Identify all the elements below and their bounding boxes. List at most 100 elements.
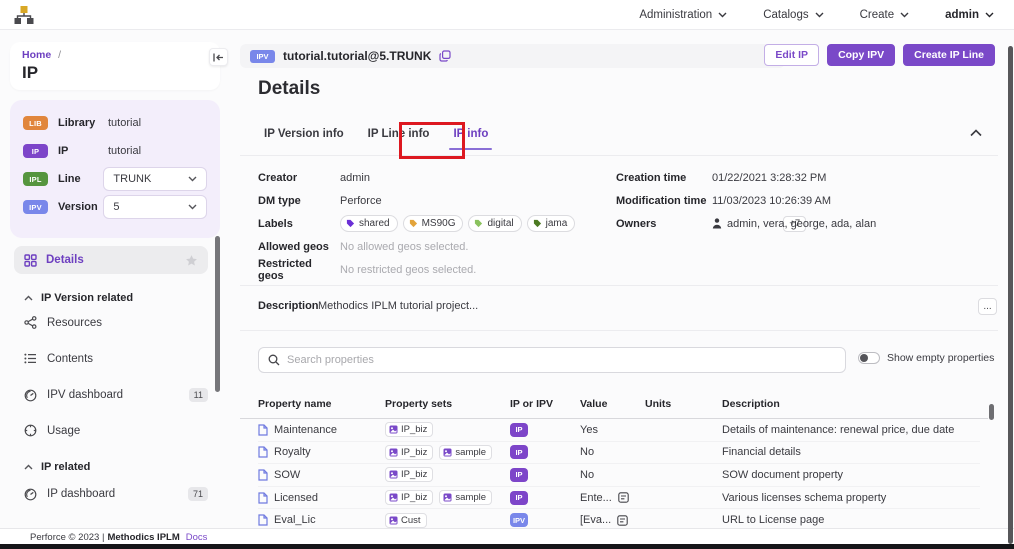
- table-row[interactable]: Royalty IP_biz sample IP No Financial de…: [258, 442, 980, 465]
- sidebar: Home / IP LIB Library tutorial IP IP tut…: [10, 40, 222, 528]
- table-row[interactable]: Licensed IP_biz sample IP Ente...: [258, 487, 980, 510]
- property-set-chip[interactable]: sample: [439, 490, 492, 505]
- section-ip-related[interactable]: IP related: [24, 461, 90, 473]
- property-set-chip[interactable]: IP_biz: [385, 422, 433, 437]
- footer-docs-link[interactable]: Docs: [186, 532, 208, 543]
- grid-icon: [24, 254, 37, 267]
- description-more-button[interactable]: ...: [978, 298, 997, 315]
- property-set-chip[interactable]: sample: [439, 445, 492, 460]
- creator-label: Creator: [258, 172, 340, 184]
- details-label: Details: [46, 254, 185, 266]
- property-value: Yes: [580, 424, 598, 436]
- context-row-version: IPV Version 5: [23, 195, 207, 219]
- page-scrollbar[interactable]: [1008, 46, 1013, 544]
- col-value[interactable]: Value: [580, 398, 645, 417]
- col-property-name[interactable]: Property name: [258, 398, 385, 417]
- copy-icon[interactable]: [439, 50, 451, 62]
- search-properties-input[interactable]: [287, 354, 836, 366]
- breadcrumb: Home /: [22, 49, 208, 61]
- property-name: Maintenance: [274, 424, 337, 436]
- section-ip-version-related[interactable]: IP Version related: [24, 292, 133, 304]
- menu-catalogs[interactable]: Catalogs: [763, 9, 823, 21]
- property-name: SOW: [274, 469, 300, 481]
- tag-icon: [533, 219, 542, 228]
- show-empty-properties-toggle-wrap[interactable]: Show empty properties: [858, 352, 994, 364]
- chevron-up-icon: [24, 464, 33, 470]
- chevron-up-icon: [970, 129, 982, 137]
- create-ip-line-button[interactable]: Create IP Line: [903, 44, 995, 66]
- menu-user-admin[interactable]: admin: [945, 9, 994, 21]
- description-value: Methodics IPLM tutorial project...: [318, 300, 478, 312]
- label-chip-ms90g[interactable]: MS90G: [403, 215, 464, 232]
- label-chip-jama[interactable]: jama: [527, 215, 576, 232]
- label-chip-digital[interactable]: digital: [468, 215, 521, 232]
- ipv-dashboard-count-badge: 11: [189, 388, 208, 402]
- tab-ip-line-info[interactable]: IP Line info: [368, 128, 430, 152]
- col-units[interactable]: Units: [645, 398, 722, 417]
- section-label: IP Version related: [41, 292, 133, 304]
- property-set-icon: [389, 448, 398, 457]
- resources-label: Resources: [47, 317, 208, 329]
- library-value: tutorial: [108, 117, 141, 129]
- label-chip-text: jama: [546, 218, 568, 229]
- field-dm-type: DM type Perforce: [258, 189, 598, 212]
- field-creator: Creator admin: [258, 166, 598, 189]
- chevron-down-icon: [985, 12, 994, 18]
- toggle-switch[interactable]: [858, 352, 880, 364]
- tag-icon: [346, 219, 355, 228]
- property-set-name: sample: [455, 492, 486, 503]
- form-value-icon[interactable]: [617, 515, 628, 526]
- sidebar-item-ip-dashboard[interactable]: IP dashboard 71: [24, 487, 208, 501]
- label-chip-shared[interactable]: shared: [340, 215, 398, 232]
- sidebar-item-usage[interactable]: Usage: [24, 424, 208, 437]
- table-row[interactable]: SOW IP_biz IP No SOW document property: [258, 464, 980, 487]
- sidebar-item-ipv-dashboard[interactable]: IPV dashboard 11: [24, 388, 208, 402]
- toggle-label: Show empty properties: [887, 352, 994, 364]
- creation-time-value: 01/22/2021 3:28:32 PM: [712, 172, 826, 184]
- sidebar-item-details[interactable]: Details: [14, 246, 208, 274]
- label-chip-text: MS90G: [422, 218, 456, 229]
- page-title: IP: [22, 63, 208, 83]
- sidebar-item-resources[interactable]: Resources: [24, 316, 208, 329]
- tab-ip-info[interactable]: IP info: [453, 128, 488, 152]
- version-select[interactable]: 5: [103, 195, 207, 219]
- copy-ipv-button[interactable]: Copy IPV: [827, 44, 895, 66]
- table-row[interactable]: Maintenance IP_biz IP Yes Details of mai…: [258, 419, 980, 442]
- table-scrollbar[interactable]: [989, 404, 994, 420]
- breadcrumb-home-link[interactable]: Home: [22, 49, 51, 61]
- col-description[interactable]: Description: [722, 398, 980, 417]
- line-select[interactable]: TRUNK: [103, 167, 207, 191]
- property-set-name: Cust: [401, 515, 421, 526]
- divider: [240, 330, 998, 331]
- document-icon: [258, 492, 268, 504]
- sidebar-scrollbar[interactable]: [215, 236, 220, 392]
- property-set-chip[interactable]: IP_biz: [385, 490, 433, 505]
- col-ip-or-ipv[interactable]: IP or IPV: [510, 398, 580, 417]
- menu-create[interactable]: Create: [860, 9, 910, 21]
- form-value-icon[interactable]: [618, 492, 629, 503]
- document-icon: [258, 514, 268, 526]
- ip-value: tutorial: [108, 145, 141, 157]
- sitemap-logo-icon[interactable]: [13, 4, 35, 26]
- collapse-section-chevron[interactable]: [970, 128, 982, 140]
- tab-ip-version-info[interactable]: IP Version info: [264, 128, 344, 152]
- chevron-down-icon: [188, 204, 197, 210]
- sidebar-item-contents[interactable]: Contents: [24, 352, 208, 365]
- property-value: [Eva...: [580, 514, 611, 526]
- object-header-bar: IPV tutorial.tutorial@5.TRUNK: [240, 44, 785, 68]
- star-icon[interactable]: [185, 254, 198, 267]
- edit-ip-button[interactable]: Edit IP: [764, 44, 819, 66]
- toggle-knob: [860, 354, 868, 362]
- property-set-chip[interactable]: IP_biz: [385, 467, 433, 482]
- menu-administration[interactable]: Administration: [639, 9, 727, 21]
- property-set-chip[interactable]: IP_biz: [385, 445, 433, 460]
- property-value: Ente...: [580, 492, 612, 504]
- footer: Perforce © 2023 | Methodics IPLM Docs: [0, 528, 1014, 545]
- col-property-sets[interactable]: Property sets: [385, 398, 510, 417]
- sidebar-collapse-button[interactable]: [209, 48, 228, 66]
- document-icon: [258, 424, 268, 436]
- info-fields-left: Creator admin DM type Perforce Labels sh…: [258, 166, 598, 282]
- document-icon: [258, 446, 268, 458]
- property-set-chip[interactable]: Cust: [385, 513, 427, 528]
- chevron-down-icon: [718, 12, 727, 18]
